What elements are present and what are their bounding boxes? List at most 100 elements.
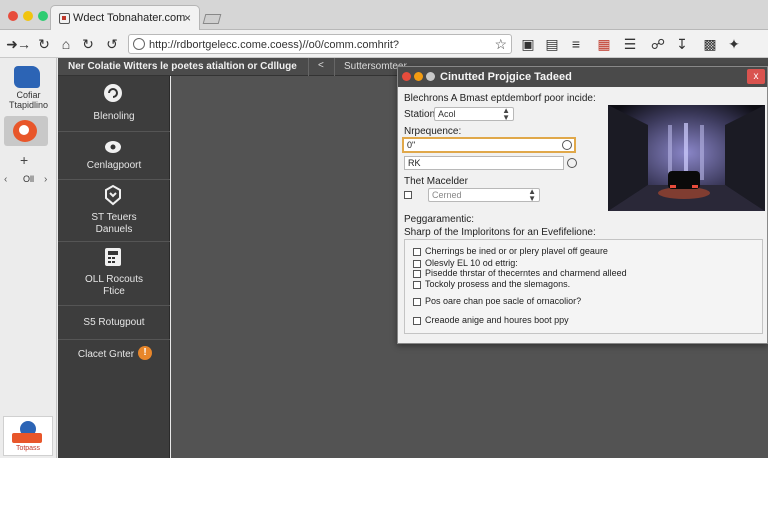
- sequence-value: 0": [407, 140, 416, 150]
- nav-label: Blenoling: [93, 111, 135, 122]
- option-label: Tockoly prosess and the slemagons.: [425, 279, 571, 289]
- group-label: Sharp of the Imploritons for an Evefifel…: [404, 227, 596, 238]
- site-info-icon[interactable]: [133, 38, 145, 50]
- flame-icon[interactable]: [13, 120, 37, 142]
- badge-label: Totpass: [15, 445, 41, 452]
- mode-value: Cerned: [432, 190, 462, 200]
- puzzle-icon[interactable]: ✦: [724, 34, 744, 54]
- tab-title: Wdect Tobnahater.com: [73, 12, 186, 24]
- chevron-right-icon[interactable]: ›: [44, 174, 47, 185]
- browser-toolbar: ➜ → ↻ ⌂ ↻ ↺ ☆ ▣ ▤ ≡ ▦ ☰ ☍ ↧ ▩ ✦: [0, 30, 768, 58]
- tab-close-icon[interactable]: ×: [184, 11, 191, 25]
- page-icon[interactable]: ▣: [518, 34, 538, 54]
- download-icon[interactable]: ↧: [672, 34, 692, 54]
- nav-column: Blenoling Cenlagpoort ST Teuers Danuels: [58, 76, 170, 458]
- spinner-icon[interactable]: [562, 140, 572, 150]
- favicon-icon: [59, 13, 70, 24]
- left-rail: Cofiar Ttapidlino + ‹ Oll › Totpass: [0, 58, 57, 458]
- second-value: RK: [408, 158, 421, 168]
- browser-window: Wdect Tobnahater.com × ➜ → ↻ ⌂ ↻ ↺ ☆ ▣ ▤…: [0, 0, 768, 458]
- nav-label: S5 Rotugpout: [83, 317, 145, 328]
- programmatic-label: Peggaramentic:: [404, 214, 475, 225]
- preview-image: [608, 105, 765, 211]
- extension-icon[interactable]: ▩: [700, 34, 720, 54]
- alert-icon: !: [138, 346, 152, 360]
- url-input[interactable]: [149, 37, 489, 52]
- forward-arrow-icon[interactable]: →: [14, 34, 34, 54]
- tab-strip: Wdect Tobnahater.com ×: [0, 0, 768, 30]
- option-checkbox[interactable]: [413, 270, 421, 278]
- pdf-icon[interactable]: ▦: [594, 34, 614, 54]
- sequence-field[interactable]: 0": [402, 137, 576, 153]
- window-minimize-dot[interactable]: [23, 11, 33, 21]
- mode-label: Thet Macelder: [404, 176, 468, 187]
- option-checkbox[interactable]: [413, 281, 421, 289]
- window-close-dot[interactable]: [8, 11, 18, 21]
- puzzle-icon: [105, 184, 121, 206]
- nav-label: OLL Rocouts Ftice: [85, 274, 143, 297]
- option-label: Pos oare chan poe sacle of ornacolior?: [425, 296, 582, 306]
- address-bar[interactable]: ☆: [128, 34, 512, 54]
- option-label: Olesvly EL 10 od ettrig:: [425, 258, 518, 268]
- options-group: Cherrings be ined or or plery plavel off…: [404, 239, 763, 334]
- nav-item-client-center[interactable]: Clacet Gnter !: [58, 340, 170, 370]
- nav-item-teuers[interactable]: ST Teuers Danuels: [58, 180, 170, 242]
- oil-label: Oll: [23, 174, 34, 184]
- dialog-minimize-dot[interactable]: [414, 72, 423, 81]
- reader-icon[interactable]: ▤: [542, 34, 562, 54]
- badge-bar: [12, 433, 42, 443]
- page-title: Ner Colatie Witters le poetes atialtion …: [68, 61, 297, 72]
- nav-item-rotugpout[interactable]: S5 Rotugpout: [58, 306, 170, 340]
- app-icon[interactable]: [14, 66, 40, 88]
- dialog-zoom-dot[interactable]: [426, 72, 435, 81]
- dialog-titlebar: Cinutted Projgice Tadeed x: [398, 67, 767, 87]
- sequence-label: Nrpequence:: [404, 126, 462, 137]
- new-tab-button[interactable]: [202, 14, 222, 24]
- option-label: Pisedde thrstar of thecerntes and charme…: [425, 268, 627, 278]
- station-label: Station: [404, 109, 436, 120]
- option-checkbox[interactable]: [413, 298, 421, 306]
- nav-item-configuration[interactable]: Cenlagpoort: [58, 132, 170, 180]
- add-icon[interactable]: +: [20, 152, 28, 168]
- station-select[interactable]: Acol ▲ ▼: [434, 106, 514, 122]
- back-icon[interactable]: <: [318, 60, 324, 71]
- option-checkbox[interactable]: [413, 260, 421, 268]
- nav-label: ST Teuers Danuels: [91, 212, 137, 235]
- refresh-icon: [104, 84, 122, 102]
- dialog-title: Cinutted Projgice Tadeed: [440, 71, 572, 83]
- bookmark-star-icon[interactable]: ☆: [494, 36, 507, 53]
- divider: [308, 58, 309, 76]
- settings-icon: [105, 141, 121, 153]
- project-dialog: Cinutted Projgice Tadeed x Blechrons A B…: [397, 66, 768, 344]
- dialog-close-button[interactable]: x: [747, 69, 765, 84]
- stepper-icon: ▲ ▼: [528, 187, 536, 203]
- home-icon[interactable]: ⌂: [56, 34, 76, 54]
- list-icon[interactable]: ☰: [620, 34, 640, 54]
- option-label: Cherrings be ined or or plery plavel off…: [425, 246, 608, 256]
- brand-badge[interactable]: Totpass: [3, 416, 53, 456]
- stepper-icon: ▲ ▼: [502, 106, 510, 122]
- dialog-intro: Blechrons A Bmast eptdemborf poor incide…: [404, 93, 596, 104]
- refresh-icon[interactable]: ↻: [78, 34, 98, 54]
- menu-lines-icon[interactable]: ≡: [566, 34, 586, 54]
- window-zoom-dot[interactable]: [38, 11, 48, 21]
- history-icon[interactable]: ↺: [102, 34, 122, 54]
- nav-label: Cenlagpoort: [86, 160, 142, 171]
- nav-item-blending[interactable]: Blenoling: [58, 76, 170, 132]
- second-field[interactable]: RK: [404, 156, 577, 170]
- option-checkbox[interactable]: [413, 248, 421, 256]
- divider: [334, 58, 335, 76]
- option-checkbox[interactable]: [413, 317, 421, 325]
- spinner-icon[interactable]: [567, 158, 577, 168]
- browser-tab[interactable]: Wdect Tobnahater.com ×: [50, 5, 200, 30]
- mode-select[interactable]: Cerned ▲ ▼: [428, 187, 540, 203]
- mode-checkbox[interactable]: [404, 191, 412, 199]
- station-value: Acol: [438, 109, 456, 119]
- app-label: Cofiar Ttapidlino: [8, 90, 49, 110]
- lock-icon[interactable]: ☍: [648, 34, 668, 54]
- option-label: Creaode anige and houres boot ppy: [425, 315, 569, 325]
- reload-icon[interactable]: ↻: [34, 34, 54, 54]
- calculator-icon: [105, 248, 121, 266]
- dialog-close-dot[interactable]: [402, 72, 411, 81]
- nav-item-rocouts[interactable]: OLL Rocouts Ftice: [58, 242, 170, 306]
